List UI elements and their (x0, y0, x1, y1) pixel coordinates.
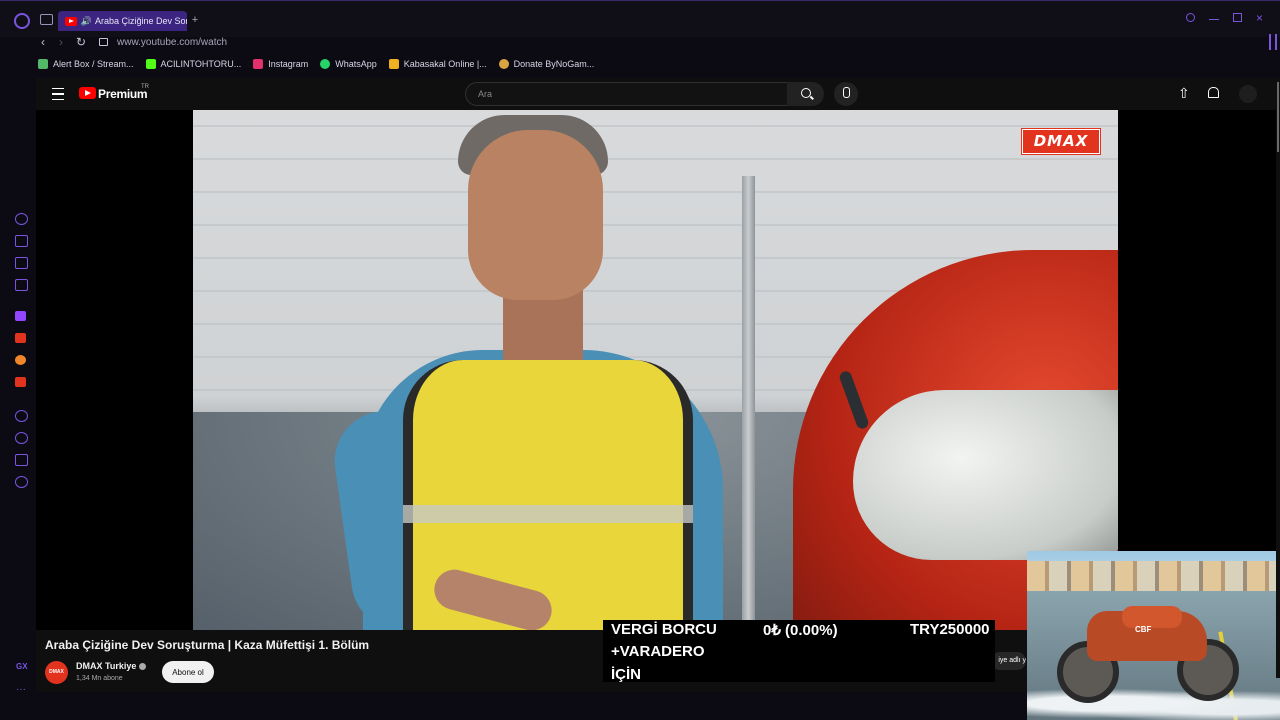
goal-amount: TRY250000 (910, 621, 990, 638)
history-icon[interactable] (15, 432, 28, 444)
video-frame[interactable]: DMAX (193, 110, 1118, 630)
forward-button[interactable]: › (59, 36, 63, 48)
menu-icon[interactable] (52, 88, 64, 100)
video-title: Araba Çiziğine Dev Soruşturma | Kaza Müf… (45, 638, 370, 652)
donation-goal-overlay: VERGİ BORCU +VARADERO İÇİN 0₺ (0.00%) TR… (603, 620, 995, 683)
bookmark-kabasakal[interactable]: Kabasakal Online |... (388, 57, 487, 71)
country-code: TR (141, 84, 149, 90)
bookmark-alert-box[interactable]: Alert Box / Stream... (38, 57, 134, 71)
bookmark-label: Donate ByNoGam... (513, 59, 595, 69)
tab-bar: 🔊 Araba Çiziğine Dev Sor + × (0, 0, 1280, 37)
dmax-watermark: DMAX (1022, 129, 1100, 154)
youtube-favicon-icon (65, 16, 77, 26)
messenger-icon[interactable] (15, 279, 28, 291)
app-red-icon[interactable] (15, 333, 26, 343)
scrollbar-thumb[interactable] (1277, 82, 1279, 152)
window-controls: × (1186, 12, 1266, 24)
scrollbar-track[interactable] (1276, 78, 1280, 678)
verified-check-icon (139, 663, 146, 670)
bookmark-kick[interactable]: ACILINTOHTORU... (145, 57, 242, 71)
bookmarks-bar: Alert Box / Stream... ACILINTOHTORU... I… (38, 57, 606, 71)
instagram-icon (253, 59, 264, 69)
extensions-icon[interactable] (15, 454, 28, 466)
account-avatar[interactable] (1239, 85, 1257, 103)
search-input[interactable] (476, 85, 770, 103)
speaker-icon[interactable]: 🔊 (81, 16, 92, 27)
bookmark-label: WhatsApp (335, 59, 377, 69)
browser-window: 🔊 Araba Çiziğine Dev Sor + × ‹ › ↻ www.y… (0, 0, 1280, 720)
youtube-header: Premium TR ⇧ (36, 78, 1276, 110)
tab-title: Araba Çiziğine Dev Sor (94, 16, 187, 26)
app-game-icon[interactable] (15, 377, 26, 387)
bookmark-whatsapp[interactable]: WhatsApp (320, 57, 377, 71)
twitch-icon[interactable] (15, 311, 26, 321)
tab-search-icon[interactable] (1186, 13, 1195, 22)
art-buildings (1027, 561, 1280, 591)
gx-corner-icon[interactable] (15, 257, 28, 269)
search-box (465, 82, 788, 106)
opera-logo-icon[interactable] (14, 13, 30, 29)
minimize-button[interactable] (1209, 13, 1219, 20)
settings-gear-icon[interactable] (15, 476, 28, 488)
bookmark-donate[interactable]: Donate ByNoGam... (498, 57, 595, 71)
person-neck (503, 290, 583, 360)
subscribe-button[interactable]: Abone ol (162, 661, 214, 683)
url-field[interactable]: www.youtube.com/watch (117, 37, 227, 48)
goal-title-line3: İÇİN (611, 666, 641, 683)
voice-search-button[interactable] (834, 82, 858, 106)
donate-icon (498, 59, 509, 69)
notifications-bell-icon[interactable] (1208, 87, 1219, 98)
bookmark-label: Alert Box / Stream... (53, 59, 134, 69)
maximize-button[interactable] (1233, 13, 1242, 22)
lock-icon[interactable] (99, 38, 108, 46)
bookmark-label: Instagram (268, 59, 309, 69)
goal-title-line2: +VARADERO (611, 643, 705, 660)
art-tank-label: CBF (1135, 625, 1152, 634)
player-icon[interactable] (15, 410, 28, 422)
search-button[interactable] (787, 82, 824, 106)
goal-title-line1: VERGİ BORCU (611, 621, 717, 638)
kick-icon (145, 59, 156, 69)
bookmark-label: Kabasakal Online |... (403, 59, 487, 69)
create-upload-icon[interactable]: ⇧ (1178, 86, 1190, 100)
vest-stripe (403, 505, 693, 523)
subscriber-count: 1,34 Mn abone (76, 675, 123, 682)
workspaces-icon[interactable] (40, 14, 53, 25)
address-bar: ‹ › ↻ www.youtube.com/watch (0, 33, 1280, 53)
channel-name[interactable]: DMAX Turkiye (76, 661, 136, 671)
gx-label[interactable]: GX (16, 662, 28, 671)
sidebar-more-icon[interactable]: ··· (16, 684, 26, 695)
channel-avatar[interactable]: DMAX (45, 661, 68, 684)
goal-progress: 0₺ (0.00%) (763, 622, 838, 639)
new-tab-button[interactable]: + (190, 15, 200, 26)
art-fuel-tank (1122, 606, 1182, 628)
car-headlight (853, 390, 1118, 560)
person-head (468, 130, 603, 300)
kabasakal-icon (388, 59, 399, 69)
whatsapp-icon (320, 59, 331, 69)
gx-cleaner-icon[interactable] (15, 235, 28, 247)
back-button[interactable]: ‹ (41, 36, 45, 48)
streamlabs-icon (38, 59, 48, 69)
search-icon (801, 88, 811, 98)
tab-youtube-video[interactable]: 🔊 Araba Çiziğine Dev Sor (58, 11, 187, 31)
reload-button[interactable]: ↻ (76, 36, 86, 48)
action-chip[interactable]: iye adlı y (991, 652, 1026, 670)
sidebar-toggle-icon[interactable] (1269, 34, 1277, 50)
measuring-pole (742, 176, 755, 630)
gx-control-icon[interactable] (15, 213, 28, 225)
microphone-icon (843, 87, 850, 98)
bookmark-label: ACILINTOHTORU... (160, 59, 242, 69)
youtube-premium-logo[interactable]: Premium (98, 87, 148, 101)
youtube-logo-icon[interactable] (79, 87, 96, 99)
motorcycle-artwork: CBF (1027, 551, 1280, 720)
bookmark-instagram[interactable]: Instagram (253, 57, 308, 71)
app-orange-icon[interactable] (15, 355, 26, 365)
close-button[interactable]: × (1256, 12, 1266, 24)
